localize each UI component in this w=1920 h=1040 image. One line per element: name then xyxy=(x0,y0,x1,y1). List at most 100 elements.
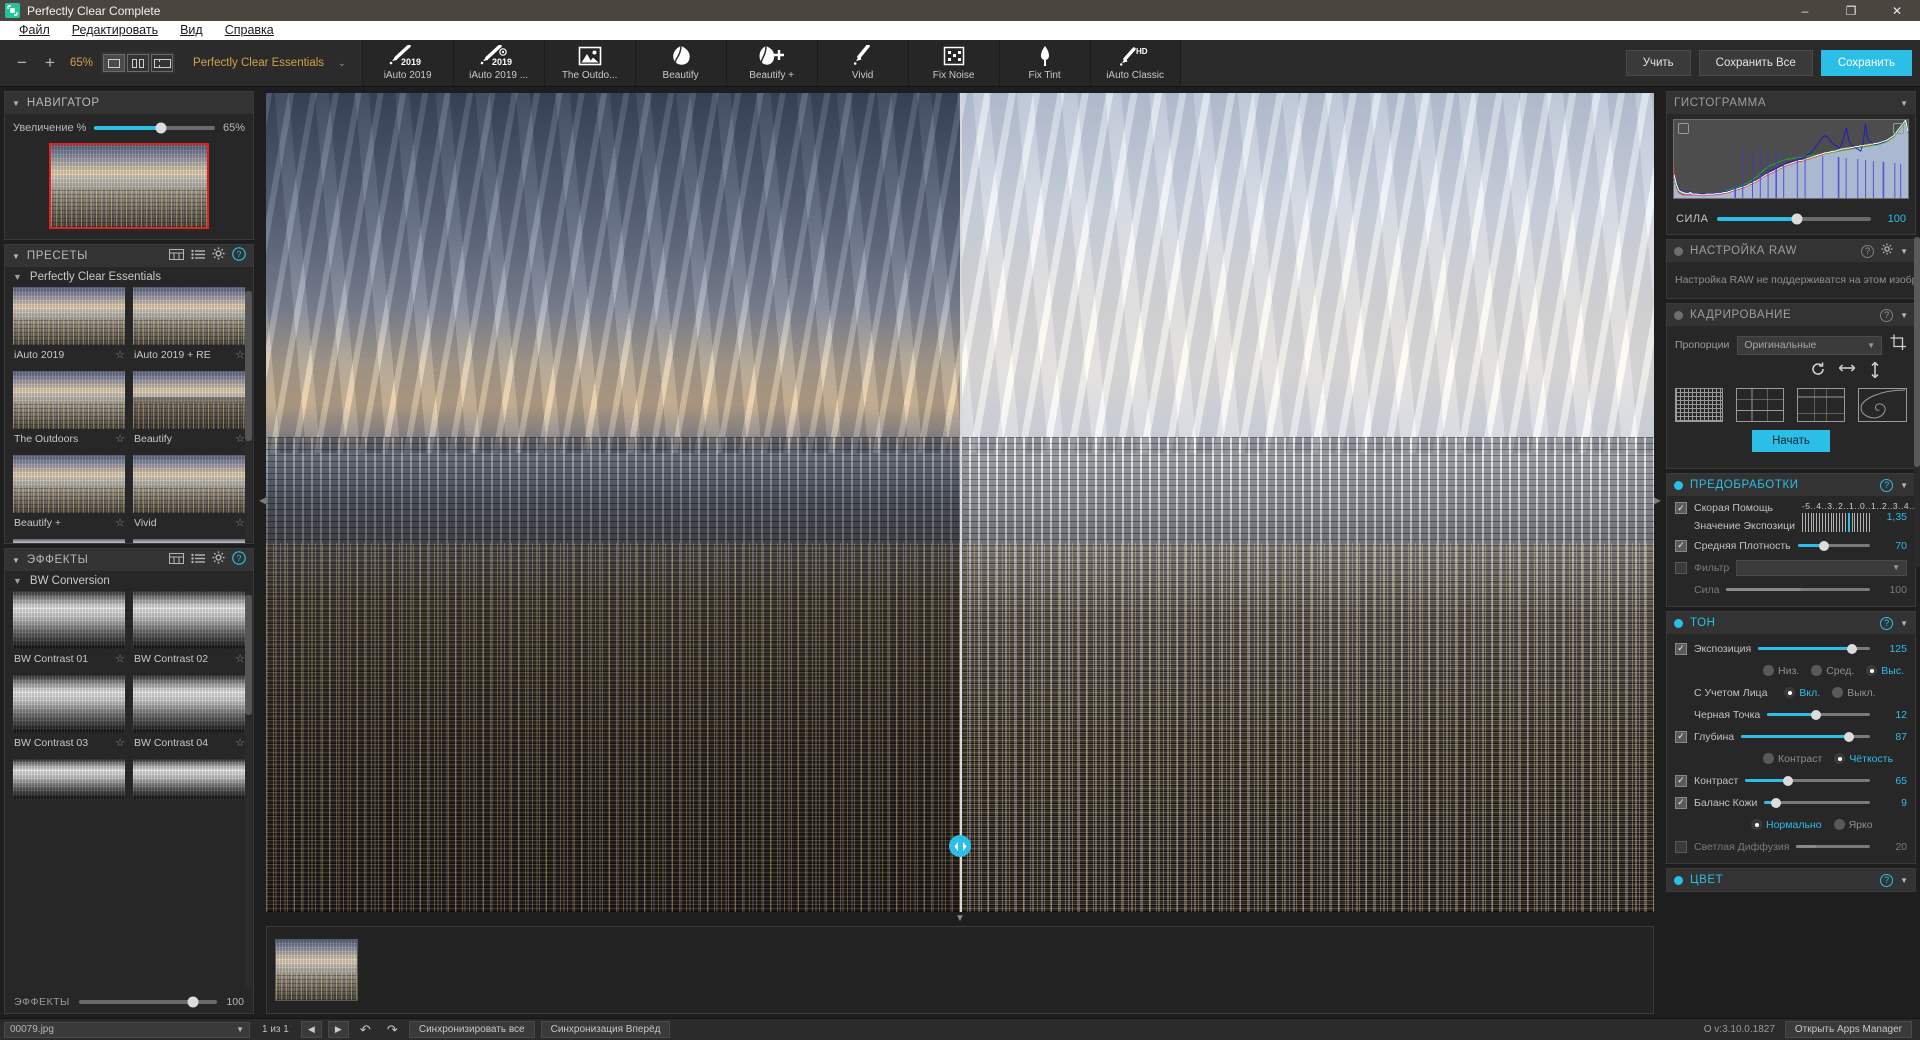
golden-spiral-overlay-icon[interactable] xyxy=(1858,388,1907,422)
preprocess-toggle-dot[interactable] xyxy=(1674,480,1683,490)
split-divider[interactable] xyxy=(960,93,962,912)
learn-button[interactable]: Учить xyxy=(1625,50,1691,76)
effects-group-row[interactable]: ▼ BW Conversion xyxy=(5,571,253,591)
preset-item[interactable]: Beautify + ☆ xyxy=(13,455,125,535)
star-icon[interactable]: ☆ xyxy=(235,432,245,445)
skin-option-normal[interactable]: Нормально xyxy=(1751,819,1822,831)
filmstrip-thumbnail[interactable] xyxy=(275,939,358,1001)
menu-edit[interactable]: Редактировать xyxy=(61,21,169,40)
golden-grid-overlay-icon[interactable] xyxy=(1797,388,1845,422)
minimize-button[interactable]: – xyxy=(1782,0,1828,21)
effect-item[interactable]: BW Contrast 01 ☆ xyxy=(13,591,125,671)
shadow-clip-toggle[interactable] xyxy=(1678,123,1689,134)
gear-icon[interactable] xyxy=(212,551,225,569)
star-icon[interactable]: ☆ xyxy=(115,736,125,749)
chevron-down-icon[interactable]: ▼ xyxy=(1900,876,1908,885)
view-mode-split-icon[interactable] xyxy=(151,54,174,72)
preset-item[interactable]: iAuto 2019 + RE ☆ xyxy=(133,287,245,367)
help-icon[interactable]: ? xyxy=(1880,616,1894,630)
sync-all-button[interactable]: Синхронизировать все xyxy=(408,1021,535,1038)
raw-toggle-dot[interactable] xyxy=(1674,246,1683,256)
crop-start-button[interactable]: Начать xyxy=(1752,430,1830,452)
open-apps-manager-button[interactable]: Открыть Apps Manager xyxy=(1784,1021,1912,1038)
help-icon[interactable]: ? xyxy=(1880,308,1894,322)
help-icon[interactable]: ? xyxy=(232,550,246,570)
tone-exposure-slider[interactable] xyxy=(1758,643,1870,654)
contrast-slider[interactable] xyxy=(1745,775,1870,786)
grid-view-icon[interactable] xyxy=(169,551,184,569)
tool-iauto-2019-re[interactable]: 2019 iAuto 2019 ... xyxy=(452,40,544,86)
split-compare-icon[interactable] xyxy=(949,835,971,858)
help-icon[interactable]: ? xyxy=(1880,478,1894,492)
skin-option-vivid[interactable]: Ярко xyxy=(1833,819,1873,831)
tool-iauto-classic[interactable]: HD iAuto Classic xyxy=(1089,40,1181,86)
view-mode-side-by-side-icon[interactable] xyxy=(127,54,150,72)
menu-file[interactable]: Файл xyxy=(8,21,61,40)
chevron-down-icon[interactable]: ▼ xyxy=(1900,481,1908,490)
chevron-down-icon[interactable]: ▼ xyxy=(12,99,20,108)
image-canvas[interactable] xyxy=(266,93,1654,912)
effects-scrollbar[interactable] xyxy=(245,593,252,989)
grid-view-icon[interactable] xyxy=(169,247,184,265)
navigator-thumbnail[interactable] xyxy=(49,143,209,229)
gear-icon[interactable] xyxy=(1881,242,1893,260)
chevron-down-icon[interactable]: ▼ xyxy=(1900,619,1908,628)
color-toggle-dot[interactable] xyxy=(1674,875,1683,885)
redo-button[interactable]: ↷ xyxy=(382,1021,403,1038)
zoom-out-button[interactable]: − xyxy=(8,49,36,77)
chevron-down-icon[interactable]: ▼ xyxy=(12,556,20,565)
crop-ratio-dropdown[interactable]: Оригинальные ▼ xyxy=(1737,335,1882,355)
thirds-grid-overlay-icon[interactable] xyxy=(1736,388,1784,422)
chevron-down-icon[interactable]: ▼ xyxy=(1900,311,1908,320)
chevron-down-icon[interactable]: ▼ xyxy=(1900,247,1908,256)
tool-fix-tint[interactable]: Fix Tint xyxy=(998,40,1090,86)
face-option-on[interactable]: Вкл. xyxy=(1784,687,1820,699)
preset-item[interactable]: Beautify ☆ xyxy=(133,371,245,451)
depth-option-clarity[interactable]: Чёткость xyxy=(1834,753,1893,765)
filmstrip[interactable] xyxy=(266,926,1654,1014)
chevron-down-icon[interactable]: ▼ xyxy=(13,272,22,282)
flip-horizontal-icon[interactable] xyxy=(1838,362,1856,381)
exposure-option-mid[interactable]: Сред. xyxy=(1811,665,1854,677)
diffusion-checkbox[interactable]: ✓ xyxy=(1675,840,1687,853)
skin-slider[interactable] xyxy=(1764,797,1870,808)
depth-option-contrast[interactable]: Контраст xyxy=(1763,753,1822,765)
star-icon[interactable]: ☆ xyxy=(235,348,245,361)
exposure-option-high[interactable]: Выс. xyxy=(1866,665,1904,677)
right-panel-scrollbar[interactable] xyxy=(1914,237,1920,567)
fine-grid-overlay-icon[interactable] xyxy=(1675,388,1723,422)
flip-vertical-icon[interactable] xyxy=(1869,361,1881,381)
effects-scroll-area[interactable]: BW Contrast 01 ☆ BW Contrast 02 ☆ BW Contr… xyxy=(5,591,253,991)
face-option-off[interactable]: Выкл. xyxy=(1832,687,1876,699)
exposure-scale[interactable]: -5..4..3..2..1..0..1..2..3..4..5 xyxy=(1801,501,1920,532)
preset-item[interactable]: iAuto 2019 ☆ xyxy=(13,287,125,367)
star-icon[interactable]: ☆ xyxy=(235,736,245,749)
effects-strength-slider[interactable] xyxy=(78,996,218,1008)
star-icon[interactable]: ☆ xyxy=(235,652,245,665)
quickfix-checkbox[interactable]: ✓ xyxy=(1675,502,1687,514)
previous-image-button[interactable]: ◀ xyxy=(300,1021,322,1038)
tool-beautify[interactable]: Beautify xyxy=(634,40,726,86)
tool-fix-noise[interactable]: Fix Noise xyxy=(907,40,999,86)
list-view-icon[interactable] xyxy=(191,551,205,569)
histogram-header[interactable]: ГИСТОГРАММА ▼ xyxy=(1667,92,1915,114)
help-icon[interactable]: ? xyxy=(1880,873,1894,887)
close-button[interactable]: ✕ xyxy=(1874,0,1920,21)
star-icon[interactable]: ☆ xyxy=(115,348,125,361)
diffusion-slider[interactable] xyxy=(1796,845,1870,848)
help-icon[interactable]: ? xyxy=(1861,244,1875,258)
presets-group-row[interactable]: ▼ Perfectly Clear Essentials xyxy=(5,267,253,287)
star-icon[interactable]: ☆ xyxy=(115,652,125,665)
menu-view[interactable]: Вид xyxy=(169,21,214,40)
density-slider[interactable] xyxy=(1797,540,1870,551)
save-all-button[interactable]: Сохранить Все xyxy=(1698,50,1813,76)
preprocess-header[interactable]: ПРЕДОБРАБОТКИ ? ▼ xyxy=(1667,474,1915,496)
strength-slider[interactable] xyxy=(1717,213,1871,225)
navigator-header[interactable]: ▼ НАВИГАТОР xyxy=(5,92,253,114)
filter-checkbox[interactable]: ✓ xyxy=(1675,561,1687,574)
depth-checkbox[interactable]: ✓ xyxy=(1675,730,1687,743)
density-checkbox[interactable]: ✓ xyxy=(1675,539,1687,552)
navigator-zoom-slider[interactable] xyxy=(94,122,215,134)
star-icon[interactable]: ☆ xyxy=(235,516,245,529)
crop-icon[interactable] xyxy=(1890,334,1907,356)
